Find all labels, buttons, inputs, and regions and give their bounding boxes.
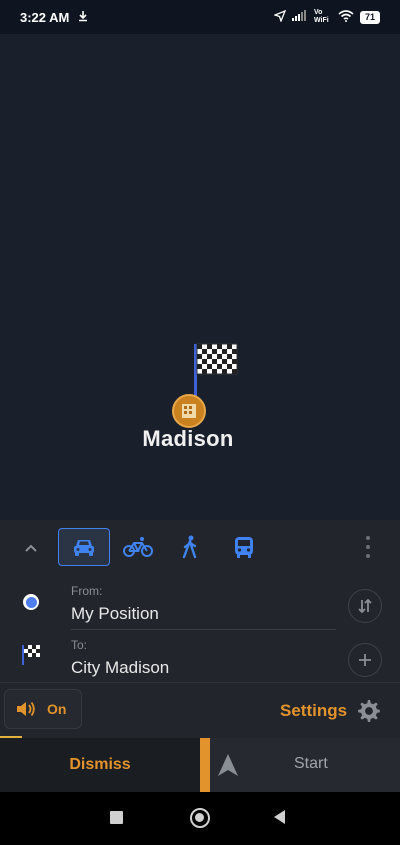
walking-icon — [182, 535, 197, 559]
more-options-icon[interactable] — [362, 536, 374, 558]
transport-mode-bar — [0, 520, 400, 574]
settings-link[interactable]: Settings — [280, 701, 347, 721]
car-icon — [74, 540, 94, 556]
action-bar: Dismiss Start — [0, 738, 400, 792]
download-icon — [77, 10, 89, 25]
mode-walking-button[interactable] — [164, 528, 216, 566]
mode-bicycle-button[interactable] — [112, 528, 164, 566]
dismiss-button[interactable]: Dismiss — [0, 738, 200, 792]
recents-icon[interactable] — [110, 811, 123, 824]
from-label: From: — [71, 584, 103, 598]
start-button[interactable]: Start — [200, 738, 400, 792]
system-navigation-bar — [0, 792, 400, 845]
plus-icon — [359, 654, 371, 666]
mode-car-button[interactable] — [58, 528, 110, 566]
speaker-icon — [17, 701, 35, 717]
to-label: To: — [71, 638, 88, 652]
destination-small-flag-icon — [20, 643, 42, 672]
from-row[interactable]: From: My Position — [0, 576, 400, 630]
map-view[interactable]: Madison — [0, 34, 400, 520]
route-panel: From: My Position To: City Madison On Se… — [0, 520, 400, 792]
signal-icon — [291, 10, 308, 24]
chevron-up-icon[interactable] — [22, 539, 40, 557]
city-map-label: Madison — [142, 426, 234, 451]
mode-public-transport-button[interactable] — [218, 528, 270, 566]
location-icon — [273, 9, 287, 25]
battery-indicator: 71 — [359, 10, 380, 24]
navigation-arrow-icon — [218, 754, 238, 776]
status-bar: 3:22 AM Vo WiFi 71 — [0, 0, 400, 34]
from-value[interactable]: My Position — [71, 604, 159, 624]
vowifi-label: Vo WiFi — [313, 9, 329, 24]
bicycle-icon — [123, 537, 153, 557]
add-waypoint-button[interactable] — [348, 643, 382, 677]
status-time: 3:22 AM — [20, 9, 70, 25]
gear-icon[interactable] — [356, 698, 382, 724]
to-row[interactable]: To: City Madison — [0, 630, 400, 684]
back-icon[interactable] — [274, 810, 285, 824]
swap-icon — [358, 598, 372, 614]
start-label: Start — [294, 755, 328, 772]
start-accent-bar — [200, 738, 210, 792]
wifi-icon — [338, 9, 354, 25]
city-poi-icon[interactable] — [172, 394, 206, 428]
voice-guidance-toggle[interactable]: On — [4, 689, 82, 729]
panel-divider — [0, 682, 400, 683]
to-value[interactable]: City Madison — [71, 658, 169, 678]
swap-route-button[interactable] — [348, 589, 382, 623]
voice-guidance-status: On — [47, 701, 67, 717]
home-icon[interactable] — [190, 808, 210, 828]
bus-icon — [235, 537, 253, 558]
my-position-dot-icon — [23, 594, 39, 610]
